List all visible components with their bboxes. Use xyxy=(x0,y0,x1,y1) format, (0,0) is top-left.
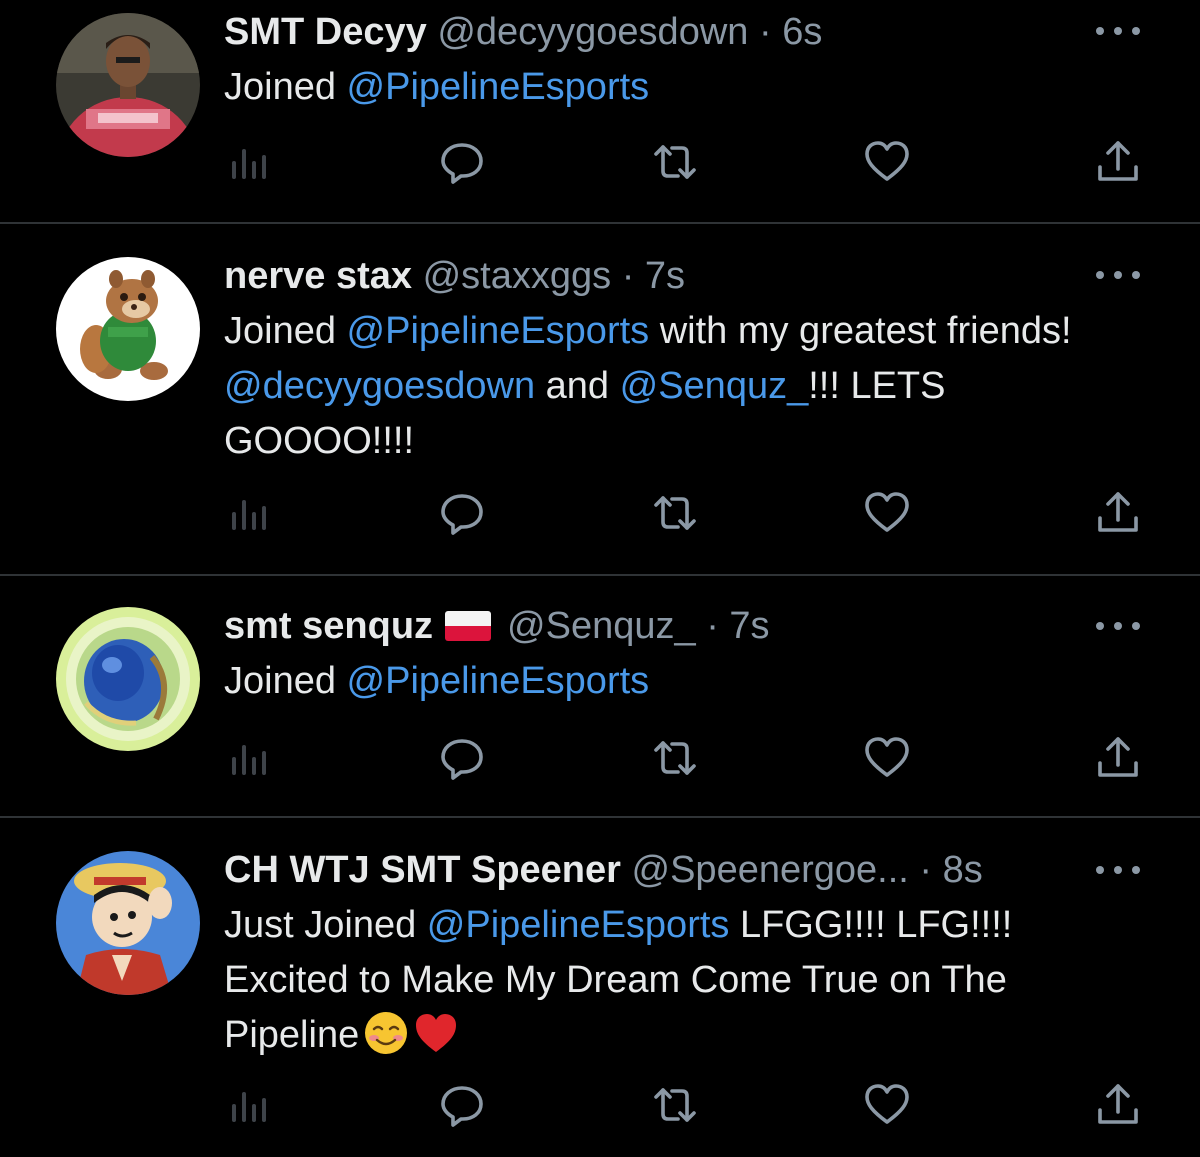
text-segment: Joined xyxy=(224,66,347,108)
more-options-icon[interactable] xyxy=(1096,862,1140,878)
tweet-text: Joined @PipelineEsports with my greatest… xyxy=(224,304,1084,469)
avatar-anime-straw-hat xyxy=(56,851,200,995)
like-icon[interactable] xyxy=(862,1080,912,1130)
tweet[interactable]: nerve stax @staxxggs · 7s Joined @Pipeli… xyxy=(0,224,1200,574)
retweet-icon[interactable] xyxy=(650,488,700,538)
poland-flag-icon xyxy=(445,611,492,641)
more-options-icon[interactable] xyxy=(1096,23,1140,39)
share-icon[interactable] xyxy=(1093,733,1143,783)
display-name[interactable]: CH WTJ SMT Speener xyxy=(224,849,621,891)
text-segment: Joined xyxy=(224,660,347,702)
avatar-chipmunk xyxy=(56,257,200,401)
like-icon[interactable] xyxy=(862,733,912,783)
tweet-text: Just Joined @PipelineEsports LFGG!!!! LF… xyxy=(224,898,1124,1063)
tweet[interactable]: smt senquz @Senquz_ · 7s Joined @Pipeline… xyxy=(0,576,1200,816)
like-icon[interactable] xyxy=(862,137,912,187)
like-icon[interactable] xyxy=(862,488,912,538)
tweet-text: Joined @PipelineEsports xyxy=(224,60,1124,115)
separator-dot: · xyxy=(621,255,635,297)
user-handle[interactable]: @Speenergoe... xyxy=(632,849,909,891)
reply-icon[interactable] xyxy=(437,137,487,187)
user-handle[interactable]: @staxxggs xyxy=(423,255,612,297)
smiling-face-emoji xyxy=(363,1010,409,1056)
avatar-person-red-shirt xyxy=(56,13,200,157)
mention-link[interactable]: @PipelineEsports xyxy=(427,904,730,946)
share-icon[interactable] xyxy=(1093,1080,1143,1130)
red-heart-emoji xyxy=(413,1010,459,1056)
timestamp[interactable]: 6s xyxy=(782,11,822,53)
user-handle[interactable]: @Senquz_ xyxy=(507,605,696,647)
retweet-icon[interactable] xyxy=(650,1080,700,1130)
timestamp[interactable]: 7s xyxy=(645,255,685,297)
tweet-text: Joined @PipelineEsports xyxy=(224,654,1124,709)
action-bar xyxy=(0,137,1200,187)
avatar[interactable] xyxy=(56,257,200,401)
text-segment: Just Joined xyxy=(224,904,427,946)
display-name[interactable]: SMT Decyy xyxy=(224,11,427,53)
avatar-abstract-blue xyxy=(56,607,200,751)
avatar[interactable] xyxy=(56,851,200,995)
mention-link[interactable]: @Senquz_ xyxy=(620,365,809,407)
reply-icon[interactable] xyxy=(437,1080,487,1130)
tweet-header: CH WTJ SMT Speener @Speenergoe... · 8s xyxy=(224,848,983,892)
text-segment: and xyxy=(535,365,620,407)
more-options-icon[interactable] xyxy=(1096,618,1140,634)
separator-dot: · xyxy=(758,11,772,53)
action-bar xyxy=(0,1080,1200,1130)
action-bar xyxy=(0,733,1200,783)
tweet[interactable]: CH WTJ SMT Speener @Speenergoe... · 8s J… xyxy=(0,818,1200,1157)
tweet-header: nerve stax @staxxggs · 7s xyxy=(224,254,685,298)
tweet-header: smt senquz @Senquz_ · 7s xyxy=(224,604,770,648)
reply-icon[interactable] xyxy=(437,733,487,783)
mention-link[interactable]: @PipelineEsports xyxy=(347,66,650,108)
reply-icon[interactable] xyxy=(437,488,487,538)
retweet-icon[interactable] xyxy=(650,733,700,783)
text-segment: Joined xyxy=(224,310,347,352)
separator-dot: · xyxy=(919,849,933,891)
timestamp[interactable]: 7s xyxy=(729,605,769,647)
display-name[interactable]: nerve stax xyxy=(224,255,412,297)
avatar[interactable] xyxy=(56,607,200,751)
views-icon[interactable] xyxy=(224,488,274,538)
display-name[interactable]: smt senquz xyxy=(224,605,433,647)
action-bar xyxy=(0,488,1200,538)
mention-link[interactable]: @PipelineEsports xyxy=(347,310,650,352)
tweet-header: SMT Decyy @decyygoesdown · 6s xyxy=(224,10,822,54)
mention-link[interactable]: @PipelineEsports xyxy=(347,660,650,702)
share-icon[interactable] xyxy=(1093,488,1143,538)
mention-link[interactable]: @decyygoesdown xyxy=(224,365,535,407)
views-icon[interactable] xyxy=(224,137,274,187)
separator-dot: · xyxy=(706,605,719,647)
views-icon[interactable] xyxy=(224,1080,274,1130)
retweet-icon[interactable] xyxy=(650,137,700,187)
more-options-icon[interactable] xyxy=(1096,267,1140,283)
user-handle[interactable]: @decyygoesdown xyxy=(437,11,748,53)
tweet[interactable]: SMT Decyy @decyygoesdown · 6s Joined @Pi… xyxy=(0,0,1200,222)
text-segment: with my greatest friends! xyxy=(649,310,1072,352)
share-icon[interactable] xyxy=(1093,137,1143,187)
timestamp[interactable]: 8s xyxy=(943,849,983,891)
avatar[interactable] xyxy=(56,13,200,157)
views-icon[interactable] xyxy=(224,733,274,783)
